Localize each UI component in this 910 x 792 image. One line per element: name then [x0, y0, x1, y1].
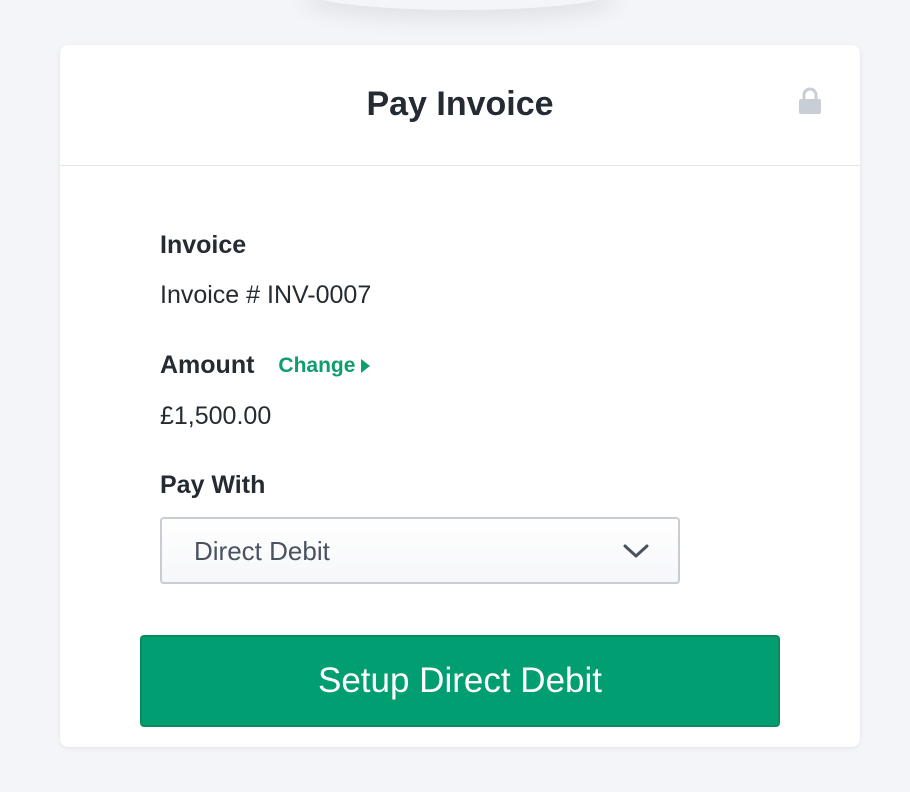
invoice-label: Invoice [160, 231, 247, 259]
background-shadow [300, 0, 620, 10]
pay-invoice-card: Pay Invoice Invoice Invoice # INV-0007 A… [60, 45, 860, 747]
change-link-label: Change [278, 354, 356, 378]
chevron-down-icon [623, 544, 649, 558]
caret-right-icon [361, 359, 371, 374]
amount-label: Amount [160, 351, 255, 379]
invoice-section: Invoice Invoice # INV-0007 [160, 230, 371, 310]
payment-method-value: Direct Debit [194, 536, 330, 566]
change-amount-link[interactable]: Change [278, 351, 371, 381]
pay-with-section: Pay With [160, 470, 265, 500]
amount-value: £1,500.00 [160, 402, 272, 431]
amount-label-row: Amount Change [160, 350, 371, 381]
amount-section: Amount Change £1,500.00 [160, 350, 371, 431]
invoice-number: Invoice # INV-0007 [160, 281, 372, 309]
pay-with-label: Pay With [160, 471, 266, 499]
page-title: Pay Invoice [366, 85, 554, 123]
payment-method-select[interactable]: Direct Debit [160, 517, 680, 584]
card-header: Pay Invoice [60, 45, 860, 166]
lock-icon [799, 87, 821, 114]
setup-direct-debit-button[interactable]: Setup Direct Debit [140, 635, 780, 727]
